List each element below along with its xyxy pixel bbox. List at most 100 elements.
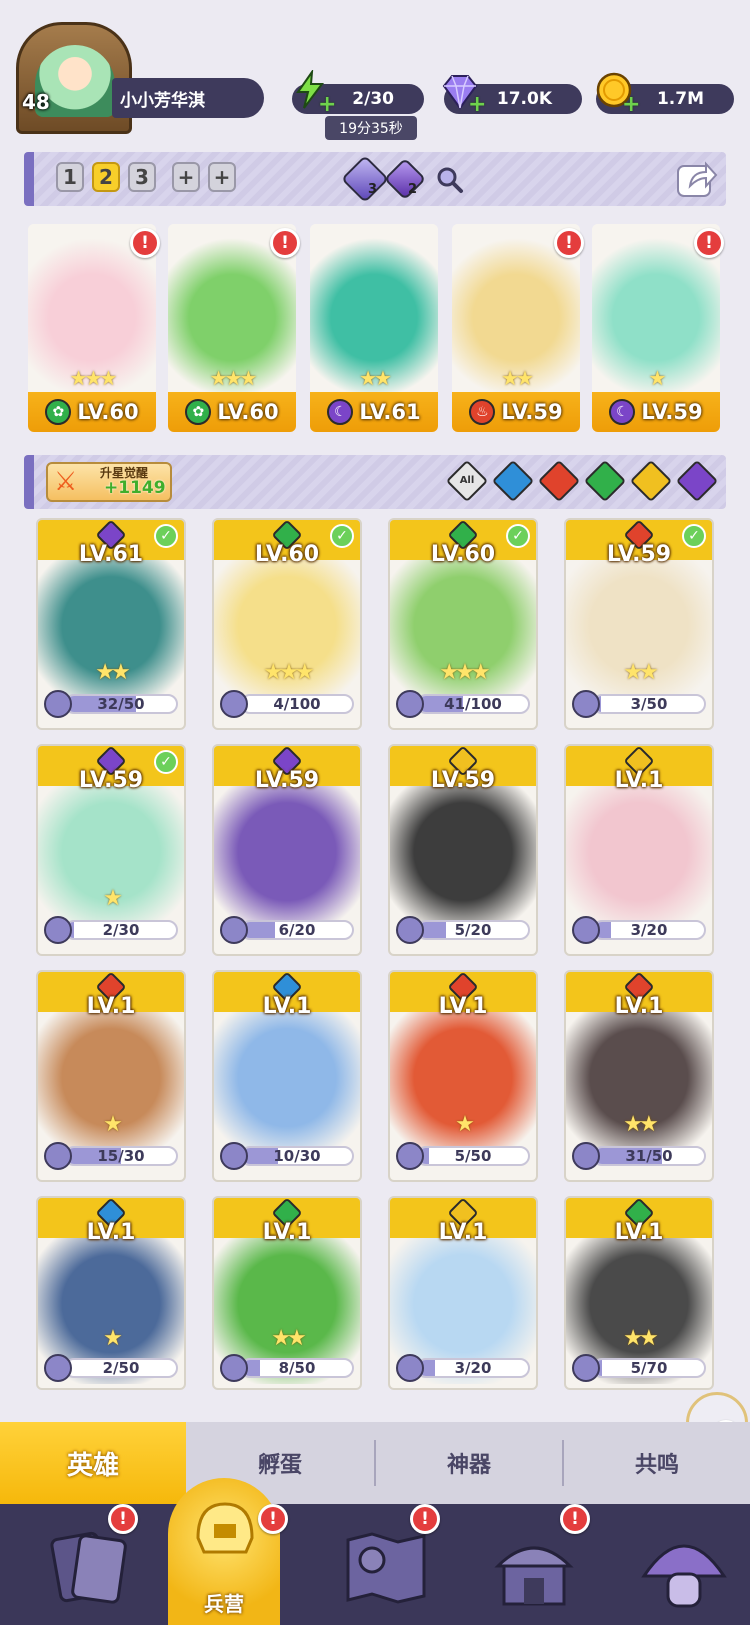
- tab-artifacts[interactable]: 神器: [376, 1422, 562, 1504]
- shard-count: 3/50: [630, 695, 668, 713]
- shard-icon: [44, 690, 72, 718]
- team-tab-1[interactable]: 1: [56, 162, 84, 192]
- hero-card[interactable]: LV.1 ★★ 31/50: [564, 970, 714, 1182]
- hero-level-bar: ✿ LV.60: [168, 392, 296, 432]
- hero-stars: ★★: [359, 366, 392, 390]
- shard-progress-bar: 41/100: [416, 694, 530, 714]
- hero-card[interactable]: LV.59 5/20: [388, 744, 538, 956]
- hero-card[interactable]: ✓ LV.59 ★★ 3/50: [564, 518, 714, 730]
- hero-card[interactable]: LV.59 6/20: [212, 744, 362, 956]
- alert-icon: !: [270, 228, 300, 258]
- hero-card[interactable]: ✓ LV.59 ★ 2/30: [36, 744, 186, 956]
- hero-stars: ★★★: [263, 660, 314, 685]
- hero-portrait: [390, 786, 536, 932]
- shard-icon: [572, 1354, 600, 1382]
- nav-shrine[interactable]: [470, 1504, 620, 1625]
- gem-plus-icon[interactable]: +: [468, 92, 486, 117]
- hero-level: LV.1: [614, 1220, 664, 1245]
- add-team-tab-2[interactable]: +: [208, 162, 236, 192]
- hero-stars: ★: [103, 886, 123, 911]
- hero-card[interactable]: LV.1 10/30: [212, 970, 362, 1182]
- shard-progress-bar: 5/50: [416, 1146, 530, 1166]
- search-icon[interactable]: [434, 164, 466, 196]
- hero-portrait: [566, 786, 712, 932]
- hero-stars: ★★: [501, 366, 534, 390]
- hero-portrait: [214, 1012, 360, 1158]
- hero-level: LV.59: [501, 400, 563, 424]
- sword-icon: ⚔: [54, 467, 78, 497]
- shard-icon: [220, 916, 248, 944]
- nav-guild[interactable]: [620, 1504, 750, 1625]
- shard-count: 5/70: [630, 1359, 668, 1377]
- hero-card[interactable]: LV.1 3/20: [388, 1196, 538, 1390]
- hero-card[interactable]: LV.1 ★★ 8/50: [212, 1196, 362, 1390]
- shard-progress-bar: 32/50: [64, 694, 178, 714]
- tab-heroes[interactable]: 英雄: [0, 1422, 186, 1504]
- hero-stars: ★: [455, 1112, 475, 1137]
- hero-level: LV.1: [438, 994, 488, 1019]
- alert-icon: !: [410, 1504, 440, 1534]
- helmet-icon: [196, 1502, 254, 1554]
- shrine-icon: [494, 1546, 574, 1606]
- team-tab-2[interactable]: 2: [92, 162, 120, 192]
- hero-level: LV.59: [641, 400, 703, 424]
- shard-count: 32/50: [97, 695, 145, 713]
- shard-icon: [220, 1354, 248, 1382]
- share-icon[interactable]: [676, 158, 718, 198]
- shard-icon: [220, 1142, 248, 1170]
- formation-slot-3[interactable]: ★★ ☾ LV.61: [310, 224, 438, 432]
- hero-level: LV.60: [77, 400, 139, 424]
- energy-timer: 19分35秒: [325, 116, 417, 140]
- alert-icon: !: [130, 228, 160, 258]
- cards-icon: [50, 1531, 127, 1604]
- hero-card[interactable]: LV.1 ★ 2/50: [36, 1196, 186, 1390]
- shard-count: 5/50: [454, 1147, 492, 1165]
- nav-map[interactable]: [320, 1504, 470, 1625]
- hero-card[interactable]: ✓ LV.60 ★★★ 4/100: [212, 518, 362, 730]
- shard-count: 8/50: [278, 1359, 316, 1377]
- nav-cards[interactable]: [22, 1504, 172, 1625]
- hero-level: LV.61: [78, 542, 144, 567]
- shard-count: 6/20: [278, 921, 316, 939]
- hero-card[interactable]: LV.1 ★ 5/50: [388, 970, 538, 1182]
- alert-icon: !: [560, 1504, 590, 1534]
- team-tab-3[interactable]: 3: [128, 162, 156, 192]
- hero-card[interactable]: ✓ LV.61 ★★ 32/50: [36, 518, 186, 730]
- hero-level: LV.60: [430, 542, 496, 567]
- alert-icon: !: [258, 1504, 288, 1534]
- hero-card[interactable]: LV.1 3/20: [564, 744, 714, 956]
- hero-level: LV.60: [217, 400, 279, 424]
- coin-plus-icon[interactable]: +: [622, 92, 640, 117]
- hero-stars: ★: [648, 366, 667, 390]
- hero-stars: ★★★: [69, 366, 118, 390]
- hero-card[interactable]: LV.1 ★★ 5/70: [564, 1196, 714, 1390]
- hero-level: LV.1: [614, 994, 664, 1019]
- shard-progress-bar: 2/50: [64, 1358, 178, 1378]
- hero-level: LV.1: [262, 1220, 312, 1245]
- hero-stars: ★★★: [439, 660, 490, 685]
- shard-progress-bar: 4/100: [240, 694, 354, 714]
- hero-level: LV.1: [86, 1220, 136, 1245]
- tab-resonance[interactable]: 共鸣: [564, 1422, 750, 1504]
- shard-icon: [44, 1354, 72, 1382]
- hero-level-bar: ♨ LV.59: [452, 392, 580, 432]
- shard-icon: [44, 916, 72, 944]
- shard-progress-bar: 3/50: [592, 694, 706, 714]
- shard-count: 3/20: [630, 921, 668, 939]
- hero-level-bar: ☾ LV.59: [592, 392, 720, 432]
- shard-progress-bar: 15/30: [64, 1146, 178, 1166]
- player-name[interactable]: 小小芳华淇: [112, 78, 264, 118]
- player-level: 48: [22, 90, 50, 114]
- mushroom-icon: [641, 1544, 727, 1608]
- hero-level: LV.59: [78, 768, 144, 793]
- shard-count: 31/50: [625, 1147, 673, 1165]
- hero-stars: ★: [103, 1112, 123, 1137]
- hero-portrait: [214, 786, 360, 932]
- hero-card[interactable]: ✓ LV.60 ★★★ 41/100: [388, 518, 538, 730]
- add-team-tab[interactable]: +: [172, 162, 200, 192]
- shard-icon: [396, 916, 424, 944]
- hero-card[interactable]: LV.1 ★ 15/30: [36, 970, 186, 1182]
- hero-level: LV.59: [254, 768, 320, 793]
- energy-plus-icon[interactable]: +: [318, 92, 336, 117]
- hero-stars: ★★: [271, 1326, 306, 1351]
